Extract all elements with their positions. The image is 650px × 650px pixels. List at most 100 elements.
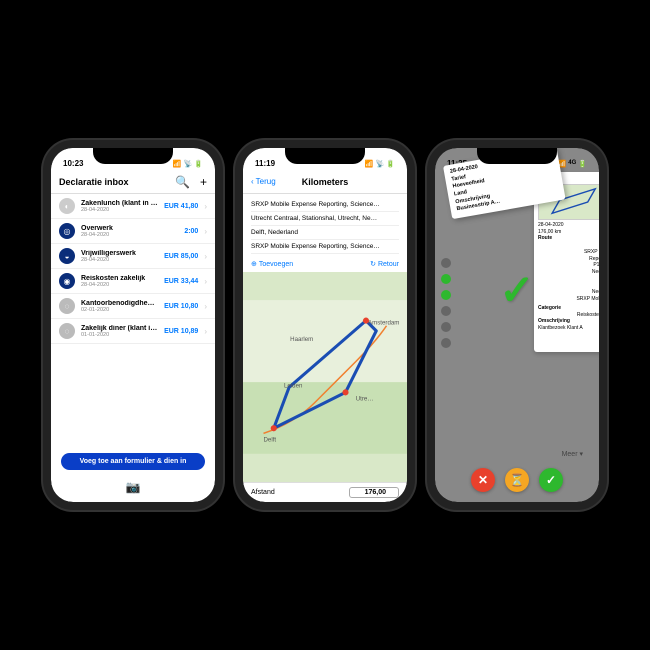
nav-actions: 🔍 + [175,175,207,189]
nav-bar: Declaratie inbox 🔍 + [51,170,215,194]
item-date: 28-04-2020 [81,207,158,213]
item-amount: EUR 41,80 [164,203,198,210]
list-item[interactable]: ◐ Zakenlunch (klant in omschrijving)28-04… [51,194,215,219]
route-actions: ⊕ Toevoegen ↻ Retour [243,258,407,272]
list-item[interactable]: ◒Vrijwilligerswerk28-04-2020EUR 85,00› [51,244,215,269]
wifi-icon: 📡 [376,160,385,168]
item-date: 01-01-2020 [81,332,158,338]
route-label: Route [538,235,599,242]
status-icons: 📶 📡 🔋 [365,160,395,168]
phone-notch [285,148,365,164]
distance-label: Afstand [251,489,275,496]
stops-list: SRXP Mobile Expense Reporting, Science…U… [243,194,407,258]
submit-button[interactable]: Voeg toe aan formulier & dien in [61,453,205,470]
addr-line: Nederland [538,269,599,276]
add-stop-button[interactable]: ⊕ Toevoegen [251,260,293,268]
phone-kilometers: 11:19 📶 📡 🔋 ‹ Terug Kilometers SRXP Mobi… [235,140,415,510]
item-date: 28-04-2020 [81,282,158,288]
status-icons: 📶 4G 🔋 [558,160,587,168]
eur-label: EUR [538,242,599,249]
list-item[interactable]: ◎Overwerk28-04-20202:00› [51,219,215,244]
list-item[interactable]: ◌ Kantoorbenodigdheden02-01-2020 EUR 10,80… [51,294,215,319]
battery-icon: 🔋 [578,160,587,168]
item-date: 28-04-2020 [81,232,178,238]
add-icon[interactable]: + [200,175,207,189]
item-amount: EUR 33,44 [164,278,198,285]
stop-row[interactable]: SRXP Mobile Expense Reporting, Science… [251,240,399,254]
stop-row[interactable]: Delft, Nederland [251,226,399,240]
wifi-label: 4G [568,160,576,168]
reiskosten: Reiskosten zak... [538,312,599,319]
chevron-right-icon: › [204,327,207,336]
klant: Klantbezoek Klant A [538,325,599,332]
back-button[interactable]: ‹ Terug [251,177,276,186]
item-title: Reiskosten zakelijk [81,275,158,282]
wifi-icon: 📡 [184,160,193,168]
chevron-right-icon: › [204,202,207,211]
chevron-right-icon: › [204,252,207,261]
chevron-right-icon: › [204,277,207,286]
approval-actions: ✕ ⏳ ✓ [435,468,599,492]
plus-circle-icon: ⊕ [251,260,257,268]
addr-line: Delft, [538,283,599,290]
meer-button[interactable]: Meer ▾ [562,450,583,458]
item-text: Zakelijk diner (klant in omschrijving)01… [81,325,158,338]
camera-button[interactable]: 📷 [51,476,215,502]
phone-inbox: 10:23 📶 📡 🔋 Declaratie inbox 🔍 + ◐ Zakenl… [43,140,223,510]
svg-text:Haarlem: Haarlem [290,336,313,343]
addr-line: P1, 40Z... [538,262,599,269]
dot [441,306,451,316]
retour-button[interactable]: ↻ Retour [370,260,399,268]
chevron-right-icon: › [204,227,207,236]
distance-row: Afstand 176,00 [243,482,407,502]
item-title: Kantoorbenodigdheden [81,300,158,307]
route-map[interactable]: Amsterdam Haarlem Leiden Utre… Delft [243,272,407,482]
svg-text:Utre…: Utre… [356,396,374,403]
battery-icon: 🔋 [194,160,203,168]
progress-dots [441,258,451,348]
route-addresses: SRXP Mobil...Reporting...P1, 40Z...Neder… [538,249,599,303]
screen-kilometers: 11:19 📶 📡 🔋 ‹ Terug Kilometers SRXP Mobi… [243,148,407,502]
hold-button[interactable]: ⏳ [505,468,529,492]
item-text: Reiskosten zakelijk28-04-2020 [81,275,158,288]
status-time: 10:23 [63,159,83,168]
item-text: Zakenlunch (klant in omschrijving)28-04-… [81,200,158,213]
svg-text:Delft: Delft [264,437,277,444]
reject-button[interactable]: ✕ [471,468,495,492]
item-title: Overwerk [81,225,178,232]
stop-row[interactable]: Utrecht Centraal, Stationshal, Utrecht, … [251,212,399,226]
search-icon[interactable]: 🔍 [175,175,190,189]
category-icon: ◒ [59,248,75,264]
distance-input[interactable]: 176,00 [349,487,399,498]
item-amount: EUR 85,00 [164,253,198,260]
screen-approval: 11:25 📶 4G 🔋 Ante… 28-04-2020 [435,148,599,502]
list-item[interactable]: ◉Reiskosten zakelijk28-04-2020EUR 33,44› [51,269,215,294]
card-date: 28-04-2020 [538,222,599,229]
nav-title: Kilometers [302,177,349,187]
item-amount: EUR 10,80 [164,303,198,310]
approve-button[interactable]: ✓ [539,468,563,492]
category-icon: ◌ [59,298,75,314]
category-icon: ◌ [59,323,75,339]
category-icon: ◐ [59,198,75,214]
chevron-left-icon: ‹ [251,177,254,186]
phone-notch [477,148,557,164]
item-amount: 2:00 [184,228,198,235]
stop-row[interactable]: SRXP Mobile Expense Reporting, Science… [251,198,399,212]
svg-text:Leiden: Leiden [284,382,303,389]
addr-line: Nederland [538,289,599,296]
svg-text:Amsterdam: Amsterdam [368,320,399,327]
camera-icon: 📷 [126,480,141,494]
approved-check-icon: ✓ [499,265,534,314]
phone-approval: 11:25 📶 4G 🔋 Ante… 28-04-2020 [427,140,607,510]
expense-list[interactable]: ◐ Zakenlunch (klant in omschrijving)28-04… [51,194,215,447]
addr-line: SRXP Mobile E... [538,296,599,303]
signal-icon: 📶 [173,160,182,168]
status-time: 11:19 [255,159,275,168]
dot-approved [441,274,451,284]
list-item[interactable]: ◌ Zakelijk diner (klant in omschrijving)0… [51,319,215,344]
dot [441,322,451,332]
item-text: Overwerk28-04-2020 [81,225,178,238]
addr-line: SRXP Mobil... [538,249,599,256]
item-text: Kantoorbenodigdheden02-01-2020 [81,300,158,313]
